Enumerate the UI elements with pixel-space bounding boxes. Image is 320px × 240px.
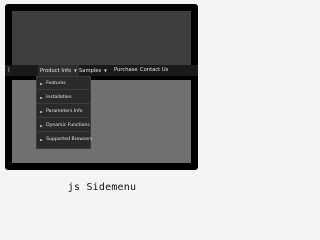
submenu-item-installation[interactable]: ► Installation bbox=[37, 91, 90, 104]
submenu-item-label: Features bbox=[46, 80, 66, 86]
arrow-right-icon: ► bbox=[40, 80, 44, 86]
chevron-down-icon: ▼ bbox=[103, 68, 107, 73]
caption: js Sidemenu bbox=[67, 182, 137, 193]
menu-preview-frame bbox=[5, 4, 198, 170]
top-menubar: | Product Info ▼ Samples ▼ Purchase Cont… bbox=[5, 65, 198, 77]
submenu-item-label: Supported Browsers bbox=[46, 137, 93, 142]
page: | Product Info ▼ Samples ▼ Purchase Cont… bbox=[0, 0, 204, 209]
product-info-submenu: ► Features ► Installation ► Parameters I… bbox=[36, 76, 93, 149]
menu-item-purchase[interactable]: Purchase bbox=[114, 65, 138, 76]
arrow-right-icon: ► bbox=[40, 108, 44, 114]
menu-item-label: Product Info bbox=[40, 68, 72, 74]
arrow-right-icon: ► bbox=[40, 137, 44, 142]
submenu-item-parameters-info[interactable]: ► Parameters Info bbox=[37, 105, 90, 118]
menu-item-contact-us[interactable]: Contact Us bbox=[140, 65, 168, 76]
submenu-item-dynamic-functions[interactable]: ► Dynamic Functions bbox=[37, 119, 90, 132]
chevron-down-icon: ▼ bbox=[73, 68, 77, 73]
submenu-item-label: Parameters Info bbox=[46, 108, 83, 114]
submenu-item-supported-browsers[interactable]: ► Supported Browsers bbox=[37, 133, 93, 146]
menubar-pipe: | bbox=[8, 67, 10, 73]
menu-item-label: Samples bbox=[79, 68, 102, 74]
submenu-item-label: Installation bbox=[46, 94, 72, 100]
submenu-item-features[interactable]: ► Features bbox=[37, 77, 90, 90]
arrow-right-icon: ► bbox=[40, 122, 44, 128]
arrow-right-icon: ► bbox=[40, 94, 44, 100]
submenu-item-label: Dynamic Functions bbox=[46, 122, 90, 128]
header-area bbox=[12, 11, 191, 69]
